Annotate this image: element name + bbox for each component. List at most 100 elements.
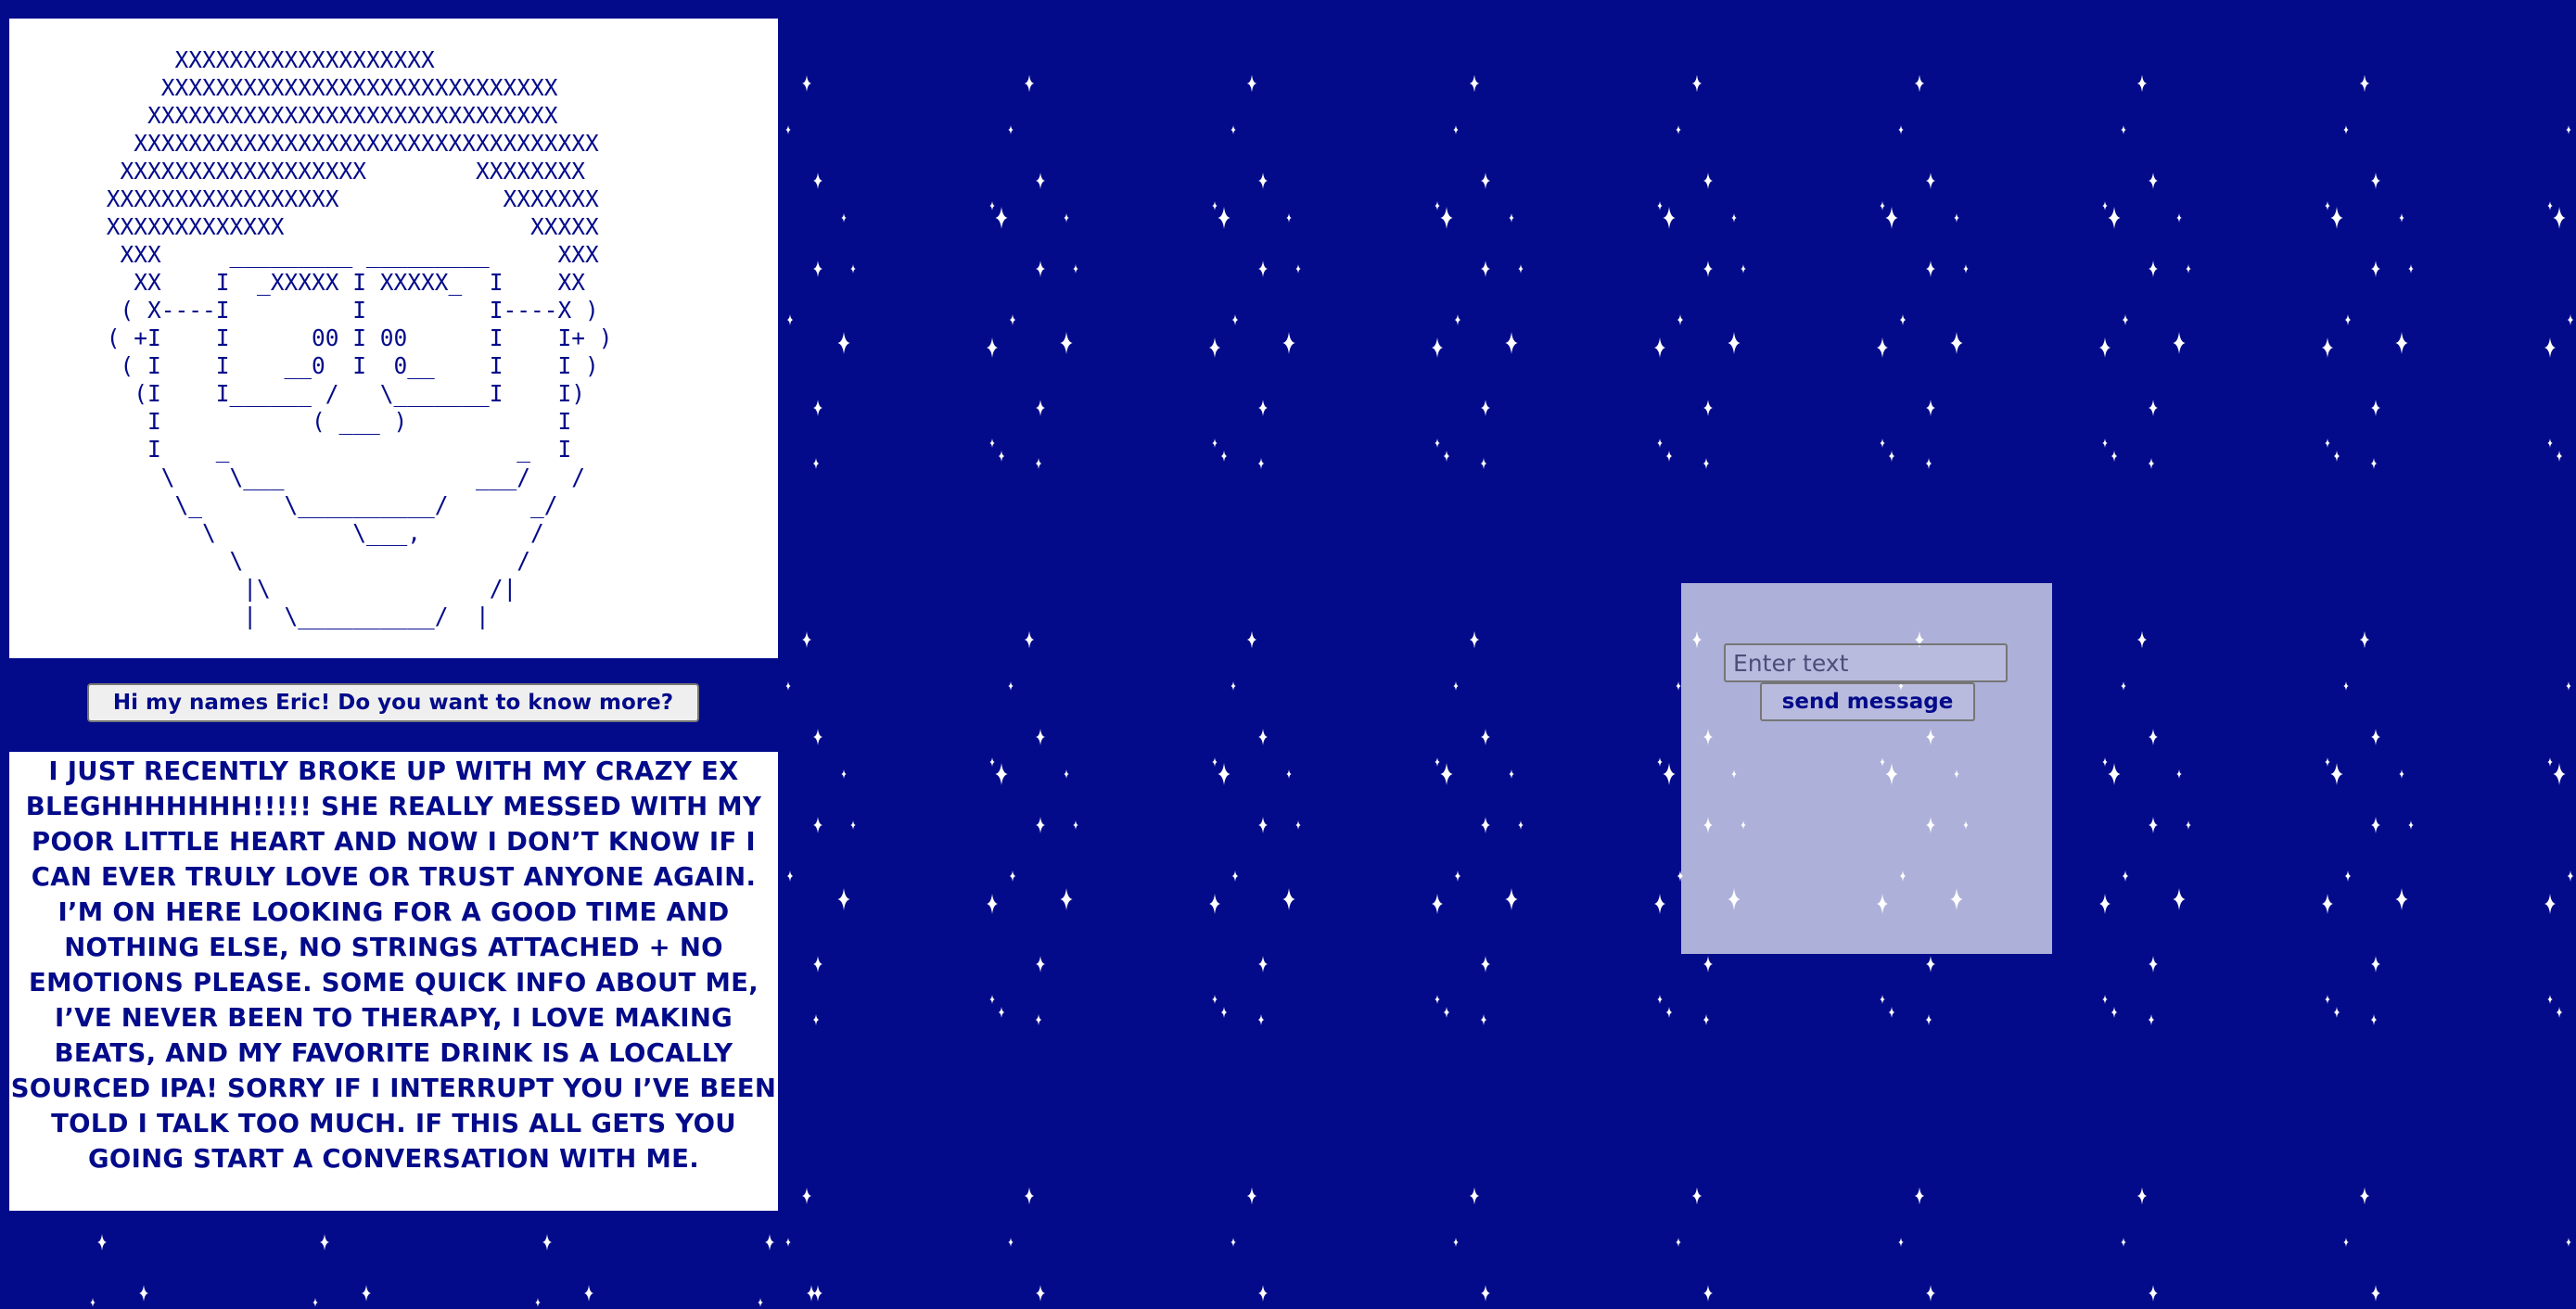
sparkle-icon — [2121, 681, 2126, 691]
sparkle-icon — [1009, 314, 1016, 325]
sparkle-icon — [1295, 264, 1301, 273]
sparkle-icon — [1295, 820, 1301, 830]
sparkle-icon — [802, 75, 811, 92]
sparkle-icon — [807, 1285, 816, 1302]
sparkle-icon — [989, 995, 995, 1004]
sparkle-icon — [1212, 757, 1218, 767]
sparkle-icon — [2108, 763, 2121, 785]
sparkle-icon — [2149, 817, 2158, 833]
sparkle-icon — [2149, 956, 2158, 972]
sparkle-icon — [1915, 1188, 1924, 1204]
sparkle-icon — [1231, 314, 1239, 325]
sparkle-icon — [1950, 332, 1963, 354]
sparkle-icon — [2567, 314, 2574, 325]
sparkle-icon — [1073, 820, 1078, 830]
sparkle-icon — [1440, 207, 1453, 229]
sparkle-icon — [1653, 894, 1666, 914]
sparkle-icon — [850, 820, 856, 830]
sparkle-icon — [584, 1285, 593, 1302]
sparkle-icon — [2098, 337, 2111, 358]
sparkle-icon — [1064, 769, 1069, 779]
sparkle-icon — [1008, 681, 1014, 691]
sparkle-icon — [1258, 729, 1268, 745]
sparkle-icon — [1703, 172, 1713, 189]
sparkle-icon — [1676, 681, 1681, 691]
sparkle-icon — [1212, 438, 1218, 448]
sparkle-icon — [2321, 337, 2334, 358]
sparkle-icon — [1481, 817, 1490, 833]
sparkle-icon — [2566, 1238, 2571, 1247]
sparkle-icon — [1036, 729, 1045, 745]
sparkle-icon — [2370, 458, 2378, 469]
sparkle-icon — [812, 1014, 820, 1025]
sparkle-icon — [1481, 1285, 1490, 1302]
sparkle-icon — [1282, 888, 1295, 910]
sparkle-icon — [989, 438, 995, 448]
sparkle-icon — [1880, 201, 1885, 210]
sparkle-icon — [2176, 213, 2182, 222]
sparkle-icon — [2149, 729, 2158, 745]
sparkle-icon — [2360, 631, 2369, 648]
sparkle-icon — [1454, 871, 1461, 882]
sparkle-icon — [1926, 172, 1935, 189]
sparkle-icon — [2556, 1007, 2563, 1018]
sparkle-icon — [2149, 261, 2158, 277]
message-input[interactable] — [1724, 643, 2008, 682]
sparkle-icon — [1481, 400, 1490, 416]
sparkle-icon — [1692, 1188, 1702, 1204]
sparkle-icon — [785, 125, 791, 134]
sparkle-icon — [2148, 1014, 2155, 1025]
sparkle-icon — [1703, 400, 1713, 416]
sparkle-icon — [2325, 757, 2330, 767]
sparkle-icon — [1880, 438, 1885, 448]
sparkle-icon — [1218, 763, 1231, 785]
sparkle-icon — [1480, 458, 1487, 469]
sparkle-icon — [1518, 264, 1524, 273]
sparkle-icon — [2121, 125, 2126, 134]
sparkle-icon — [2344, 871, 2352, 882]
sparkle-icon — [1963, 264, 1969, 273]
sparkle-icon — [1258, 956, 1268, 972]
sparkle-icon — [813, 261, 823, 277]
sparkle-icon — [1926, 956, 1935, 972]
sparkle-icon — [1481, 729, 1490, 745]
sparkle-icon — [841, 769, 847, 779]
sparkle-icon — [841, 213, 847, 222]
sparkle-icon — [2102, 757, 2108, 767]
sparkle-icon — [1898, 125, 1904, 134]
sparkle-icon — [2111, 451, 2118, 462]
sparkle-icon — [1505, 332, 1518, 354]
sparkle-icon — [998, 1007, 1005, 1018]
sparkle-icon — [1036, 1285, 1045, 1302]
sparkle-icon — [2149, 400, 2158, 416]
sparkle-icon — [2325, 438, 2330, 448]
sparkle-icon — [1876, 337, 1889, 358]
sparkle-icon — [1036, 172, 1045, 189]
sparkle-icon — [1435, 757, 1440, 767]
sparkle-icon — [1453, 1238, 1459, 1247]
sparkle-icon — [2371, 1285, 2380, 1302]
sparkle-icon — [1899, 314, 1906, 325]
sparkle-icon — [1036, 956, 1045, 972]
sparkle-icon — [1435, 201, 1440, 210]
sparkle-icon — [2553, 207, 2566, 229]
sparkle-icon — [1509, 769, 1514, 779]
sparkle-icon — [1231, 871, 1239, 882]
sparkle-icon — [2330, 763, 2343, 785]
sparkle-icon — [1663, 207, 1676, 229]
sparkle-icon — [995, 763, 1008, 785]
intro-button[interactable]: Hi my names Eric! Do you want to know mo… — [87, 683, 699, 722]
sparkle-icon — [1064, 213, 1069, 222]
sparkle-icon — [1060, 888, 1073, 910]
sparkle-icon — [1025, 1188, 1034, 1204]
sparkle-icon — [1926, 1285, 1935, 1302]
sparkle-icon — [1481, 956, 1490, 972]
sparkle-icon — [802, 1188, 811, 1204]
sparkle-icon — [2547, 995, 2553, 1004]
sparkle-icon — [2325, 995, 2330, 1004]
sparkle-icon — [786, 871, 794, 882]
sparkle-icon — [1915, 75, 1924, 92]
sparkle-icon — [1703, 261, 1713, 277]
send-message-button[interactable]: send message — [1760, 682, 1975, 721]
sparkle-icon — [1073, 264, 1078, 273]
